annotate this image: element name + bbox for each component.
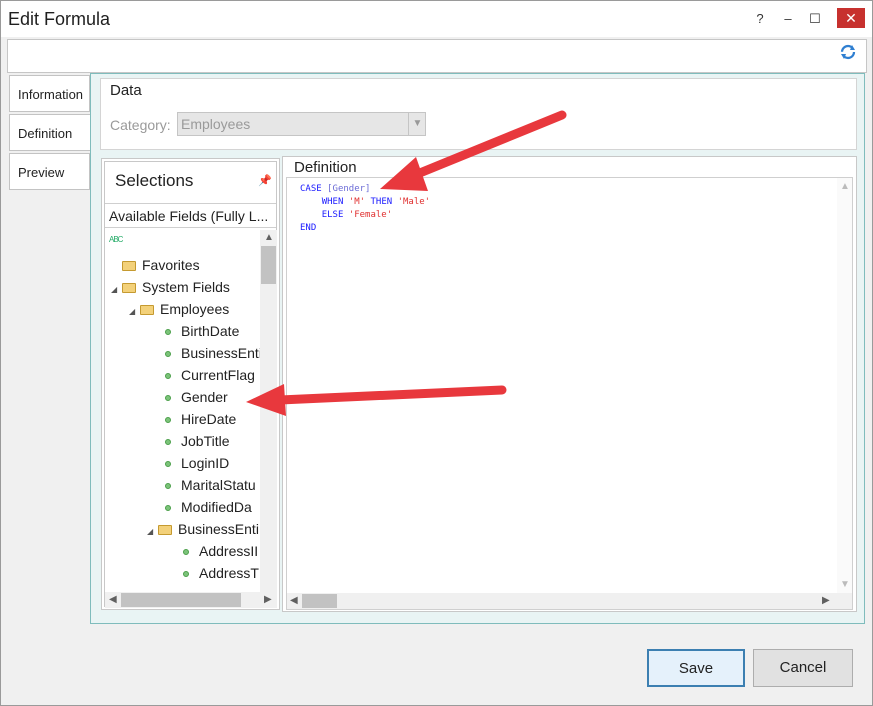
scroll-right-icon[interactable]: ▶ bbox=[264, 594, 272, 605]
code-string: 'Male' bbox=[397, 197, 431, 207]
available-fields-dropdown[interactable]: Available Fields (Fully L... bbox=[105, 203, 276, 228]
refresh-icon[interactable] bbox=[839, 43, 857, 61]
code-string: 'M' bbox=[348, 197, 366, 207]
tree-node-favorites[interactable]: Favorites bbox=[122, 254, 200, 276]
title-bar bbox=[1, 1, 872, 37]
help-button[interactable]: ? bbox=[752, 6, 768, 32]
tree-node-field[interactable]: MaritalStatu bbox=[165, 474, 256, 496]
tree-node-label: BusinessEnti bbox=[178, 521, 259, 537]
definition-label: Definition bbox=[291, 159, 360, 176]
selections-title: Selections bbox=[115, 171, 194, 190]
tree-node-field[interactable]: BirthDate bbox=[165, 320, 239, 342]
scroll-up-icon[interactable]: ▲ bbox=[264, 232, 274, 243]
minimize-button[interactable]: – bbox=[778, 6, 798, 32]
code-string: 'Female' bbox=[348, 210, 393, 220]
close-button[interactable]: ✕ bbox=[837, 8, 865, 28]
cancel-button[interactable]: Cancel bbox=[753, 649, 853, 687]
tree-node-label: AddressT bbox=[199, 565, 259, 581]
tree-node-label: BusinessEnti bbox=[181, 345, 260, 361]
tree-horizontal-scroll-thumb[interactable] bbox=[121, 593, 241, 607]
maximize-button[interactable]: ☐ bbox=[805, 6, 825, 32]
field-icon bbox=[165, 373, 171, 380]
field-icon bbox=[165, 461, 171, 468]
field-icon bbox=[165, 329, 171, 336]
field-tree: Favorites ◢ System Fields ◢ Employees Birt… bbox=[105, 254, 260, 591]
expand-triangle-icon[interactable]: ◢ bbox=[129, 301, 137, 323]
tree-node-label: BirthDate bbox=[181, 323, 240, 339]
field-icon bbox=[183, 549, 189, 556]
tab-definition[interactable]: Definition bbox=[9, 114, 92, 151]
tree-node-system-fields[interactable]: ◢ System Fields bbox=[111, 276, 230, 298]
tree-node-field[interactable]: LoginID bbox=[165, 452, 229, 474]
tree-node-label: ModifiedDa bbox=[181, 499, 252, 515]
tree-node-field[interactable]: HireDate bbox=[165, 408, 236, 430]
editor-horizontal-scrollbar[interactable] bbox=[287, 593, 852, 609]
tree-node-label: Gender bbox=[181, 389, 228, 405]
scroll-left-icon[interactable]: ◀ bbox=[290, 595, 298, 606]
tree-node-label: HireDate bbox=[181, 411, 237, 427]
tree-node-employees[interactable]: ◢ Employees bbox=[129, 298, 229, 320]
category-label: Category: bbox=[110, 117, 171, 133]
scroll-right-icon[interactable]: ▶ bbox=[822, 595, 830, 606]
field-icon bbox=[183, 571, 189, 578]
folder-icon bbox=[122, 261, 136, 272]
tree-node-gender[interactable]: Gender bbox=[165, 386, 228, 408]
field-icon bbox=[165, 395, 171, 402]
code-keyword: WHEN bbox=[321, 197, 344, 207]
tree-node-label: Favorites bbox=[142, 257, 200, 273]
data-group-label: Data bbox=[107, 82, 145, 99]
field-icon bbox=[165, 417, 171, 424]
field-icon bbox=[165, 351, 171, 358]
tree-node-field[interactable]: AddressT bbox=[183, 562, 259, 584]
annotation-arrow-to-gender bbox=[246, 384, 507, 416]
tree-node-label: JobTitle bbox=[181, 433, 230, 449]
tree-node-field[interactable]: BusinessEnti bbox=[165, 342, 260, 364]
tree-node-field[interactable]: ModifiedDa bbox=[165, 496, 252, 518]
tree-node-label: Employees bbox=[160, 301, 230, 317]
pin-icon[interactable]: 📌 bbox=[258, 174, 272, 187]
scroll-down-icon[interactable]: ▼ bbox=[840, 579, 850, 590]
tree-node-business-entity[interactable]: ◢ BusinessEnti bbox=[147, 518, 259, 540]
editor-vertical-scrollbar[interactable] bbox=[837, 178, 852, 593]
tree-vertical-scroll-thumb[interactable] bbox=[261, 246, 276, 284]
scroll-up-icon[interactable]: ▲ bbox=[840, 181, 850, 192]
tree-node-label: LoginID bbox=[181, 455, 230, 471]
tree-node-label: AddressII bbox=[199, 543, 259, 559]
tree-node-field[interactable]: JobTitle bbox=[165, 430, 230, 452]
toolbar bbox=[7, 39, 867, 73]
window-title: Edit Formula bbox=[8, 9, 111, 29]
code-keyword: ELSE bbox=[321, 210, 344, 220]
expand-triangle-icon[interactable]: ◢ bbox=[147, 521, 155, 543]
field-icon bbox=[165, 439, 171, 446]
annotation-arrow-to-code bbox=[380, 110, 567, 191]
tab-information[interactable]: Information bbox=[9, 75, 90, 112]
folder-open-icon bbox=[158, 525, 172, 536]
editor-horizontal-scroll-thumb[interactable] bbox=[302, 594, 337, 608]
code-keyword: END bbox=[300, 223, 317, 233]
tree-node-label: MaritalStatu bbox=[181, 477, 256, 493]
scroll-left-icon[interactable]: ◀ bbox=[109, 594, 117, 605]
sort-alphabetical-icon[interactable]: ABC bbox=[109, 235, 123, 244]
field-icon bbox=[165, 483, 171, 490]
expand-triangle-icon[interactable]: ◢ bbox=[111, 279, 119, 301]
tree-node-field[interactable]: AddressII bbox=[183, 540, 258, 562]
tree-node-label: System Fields bbox=[142, 279, 230, 295]
tab-preview[interactable]: Preview bbox=[9, 153, 90, 190]
folder-open-icon bbox=[122, 283, 136, 294]
folder-open-icon bbox=[140, 305, 154, 316]
code-keyword: THEN bbox=[370, 197, 393, 207]
field-icon bbox=[165, 505, 171, 512]
save-button[interactable]: Save bbox=[647, 649, 745, 687]
code-column: [Gender] bbox=[327, 184, 371, 194]
code-keyword: CASE bbox=[300, 184, 322, 194]
